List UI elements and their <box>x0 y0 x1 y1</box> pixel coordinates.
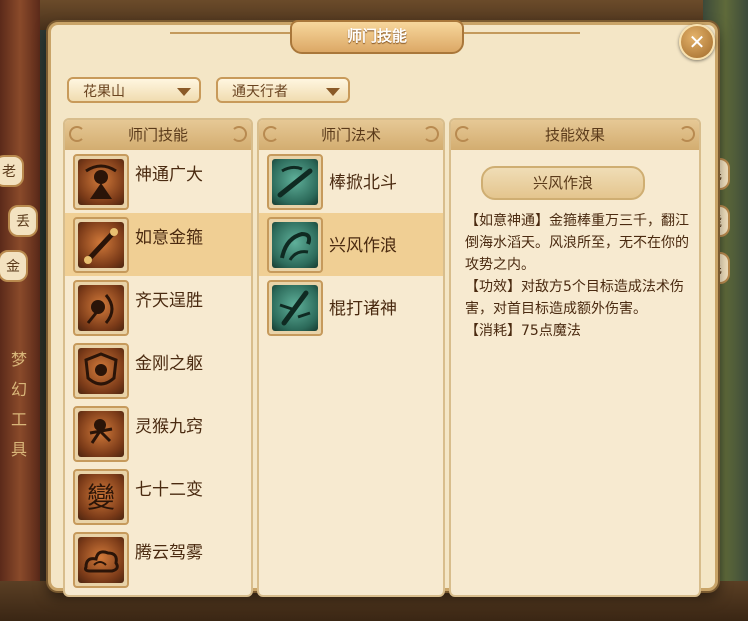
skill-icon-frame <box>73 154 129 210</box>
skills-list: 神通广大如意金箍齐天逞胜金刚之躯灵猴九窍變七十二变腾云驾雾 <box>65 150 251 591</box>
spell-label: 兴风作浪 <box>329 236 397 256</box>
wave-whirl-icon <box>272 222 318 268</box>
skill-icon-frame <box>73 343 129 399</box>
spells-panel-header: 师门法术 <box>259 120 443 150</box>
svg-text:變: 變 <box>87 481 115 514</box>
spell-label: 棍打诸神 <box>329 299 397 319</box>
bg-vertical-sign: 梦幻工具 <box>10 350 27 459</box>
close-button[interactable]: ✕ <box>679 24 715 60</box>
spell-row[interactable]: 棒掀北斗 <box>259 150 443 213</box>
skill-icon-frame <box>73 532 129 588</box>
effect-panel-title: 技能效果 <box>544 126 605 144</box>
staff-strike-icon <box>272 285 318 331</box>
skill-row[interactable]: 變七十二变 <box>65 465 251 528</box>
skill-row[interactable]: 金刚之躯 <box>65 339 251 402</box>
skill-icon-frame <box>73 217 129 273</box>
scroll-ornament-icon <box>455 126 471 142</box>
skill-dialog: 花果山 通天行者 师门技能 神通广大如意金箍齐天逞胜金刚之躯灵猴九窍變七十二变腾… <box>48 22 718 597</box>
title-ornament-left <box>170 32 290 40</box>
skill-row[interactable]: 灵猴九窍 <box>65 402 251 465</box>
chevron-down-icon <box>177 88 191 96</box>
skill-label: 七十二变 <box>135 480 203 500</box>
effect-panel-header: 技能效果 <box>451 120 699 150</box>
role-select[interactable]: 通天行者 <box>216 77 350 103</box>
spell-row[interactable]: 棍打诸神 <box>259 276 443 339</box>
spells-panel: 师门法术 棒掀北斗兴风作浪棍打诸神 <box>257 118 445 597</box>
spells-list: 棒掀北斗兴风作浪棍打诸神 <box>259 150 443 339</box>
skill-row[interactable]: 如意金箍 <box>65 213 251 276</box>
monkey-king-icon <box>78 159 124 205</box>
skill-icon-frame <box>267 154 323 210</box>
background-pillar-left <box>0 0 40 621</box>
skill-icon-frame <box>73 406 129 462</box>
effect-line-effect: 【功效】对敌方5个目标造成法术伤害，对首目标造成额外伤害。 <box>465 279 684 317</box>
skill-label: 腾云驾雾 <box>135 543 203 563</box>
skill-row[interactable]: 腾云驾雾 <box>65 528 251 591</box>
skill-icon-frame <box>267 217 323 273</box>
spell-label: 棒掀北斗 <box>329 173 397 193</box>
skill-label: 金刚之躯 <box>135 354 203 374</box>
dialog-title: 师门技能 <box>290 20 464 54</box>
skills-panel: 师门技能 神通广大如意金箍齐天逞胜金刚之躯灵猴九窍變七十二变腾云驾雾 <box>63 118 253 597</box>
scroll-ornament-icon <box>69 126 85 142</box>
title-ornament-right <box>460 32 580 40</box>
bg-side-tab-left-2: 丢 <box>8 205 38 237</box>
skill-icon-frame: 變 <box>73 469 129 525</box>
leaping-monkey-icon <box>78 411 124 457</box>
golden-staff-icon <box>78 222 124 268</box>
skill-label: 灵猴九窍 <box>135 417 203 437</box>
skill-label: 神通广大 <box>135 165 203 185</box>
skills-panel-header: 师门技能 <box>65 120 251 150</box>
skill-label: 齐天逞胜 <box>135 291 203 311</box>
effect-skill-name: 兴风作浪 <box>481 166 645 200</box>
scroll-ornament-icon <box>423 126 439 142</box>
skill-row[interactable]: 齐天逞胜 <box>65 276 251 339</box>
cloud-icon <box>78 537 124 583</box>
role-select-value: 通天行者 <box>232 84 288 100</box>
chevron-down-icon <box>326 88 340 96</box>
bg-side-tab-left-1: 老 <box>0 155 24 187</box>
transform-glyph-icon: 變 <box>78 474 124 520</box>
monkey-bow-icon <box>78 285 124 331</box>
spells-panel-title: 师门法术 <box>320 126 381 144</box>
effect-line-lore: 【如意神通】金箍棒重万三千，翻江倒海水滔天。风浪所至，无不在你的攻势之内。 <box>465 213 689 273</box>
effect-description: 【如意神通】金箍棒重万三千，翻江倒海水滔天。风浪所至，无不在你的攻势之内。 【功… <box>465 210 701 342</box>
skill-icon-frame <box>73 280 129 336</box>
skills-panel-title: 师门技能 <box>127 126 188 144</box>
scroll-ornament-icon <box>679 126 695 142</box>
bg-side-tab-left-3: 金 <box>0 250 28 282</box>
skill-label: 如意金箍 <box>135 228 203 248</box>
effect-line-cost: 【消耗】75点魔法 <box>465 323 581 339</box>
staff-swing-icon <box>272 159 318 205</box>
scroll-ornament-icon <box>263 126 279 142</box>
skill-icon-frame <box>267 280 323 336</box>
scroll-ornament-icon <box>231 126 247 142</box>
shield-monkey-icon <box>78 348 124 394</box>
spell-row[interactable]: 兴风作浪 <box>259 213 443 276</box>
close-icon: ✕ <box>688 30 706 54</box>
school-select-value: 花果山 <box>83 84 125 100</box>
skill-row[interactable]: 神通广大 <box>65 150 251 213</box>
effect-panel: 技能效果 兴风作浪 【如意神通】金箍棒重万三千，翻江倒海水滔天。风浪所至，无不在… <box>449 118 701 597</box>
school-select[interactable]: 花果山 <box>67 77 201 103</box>
